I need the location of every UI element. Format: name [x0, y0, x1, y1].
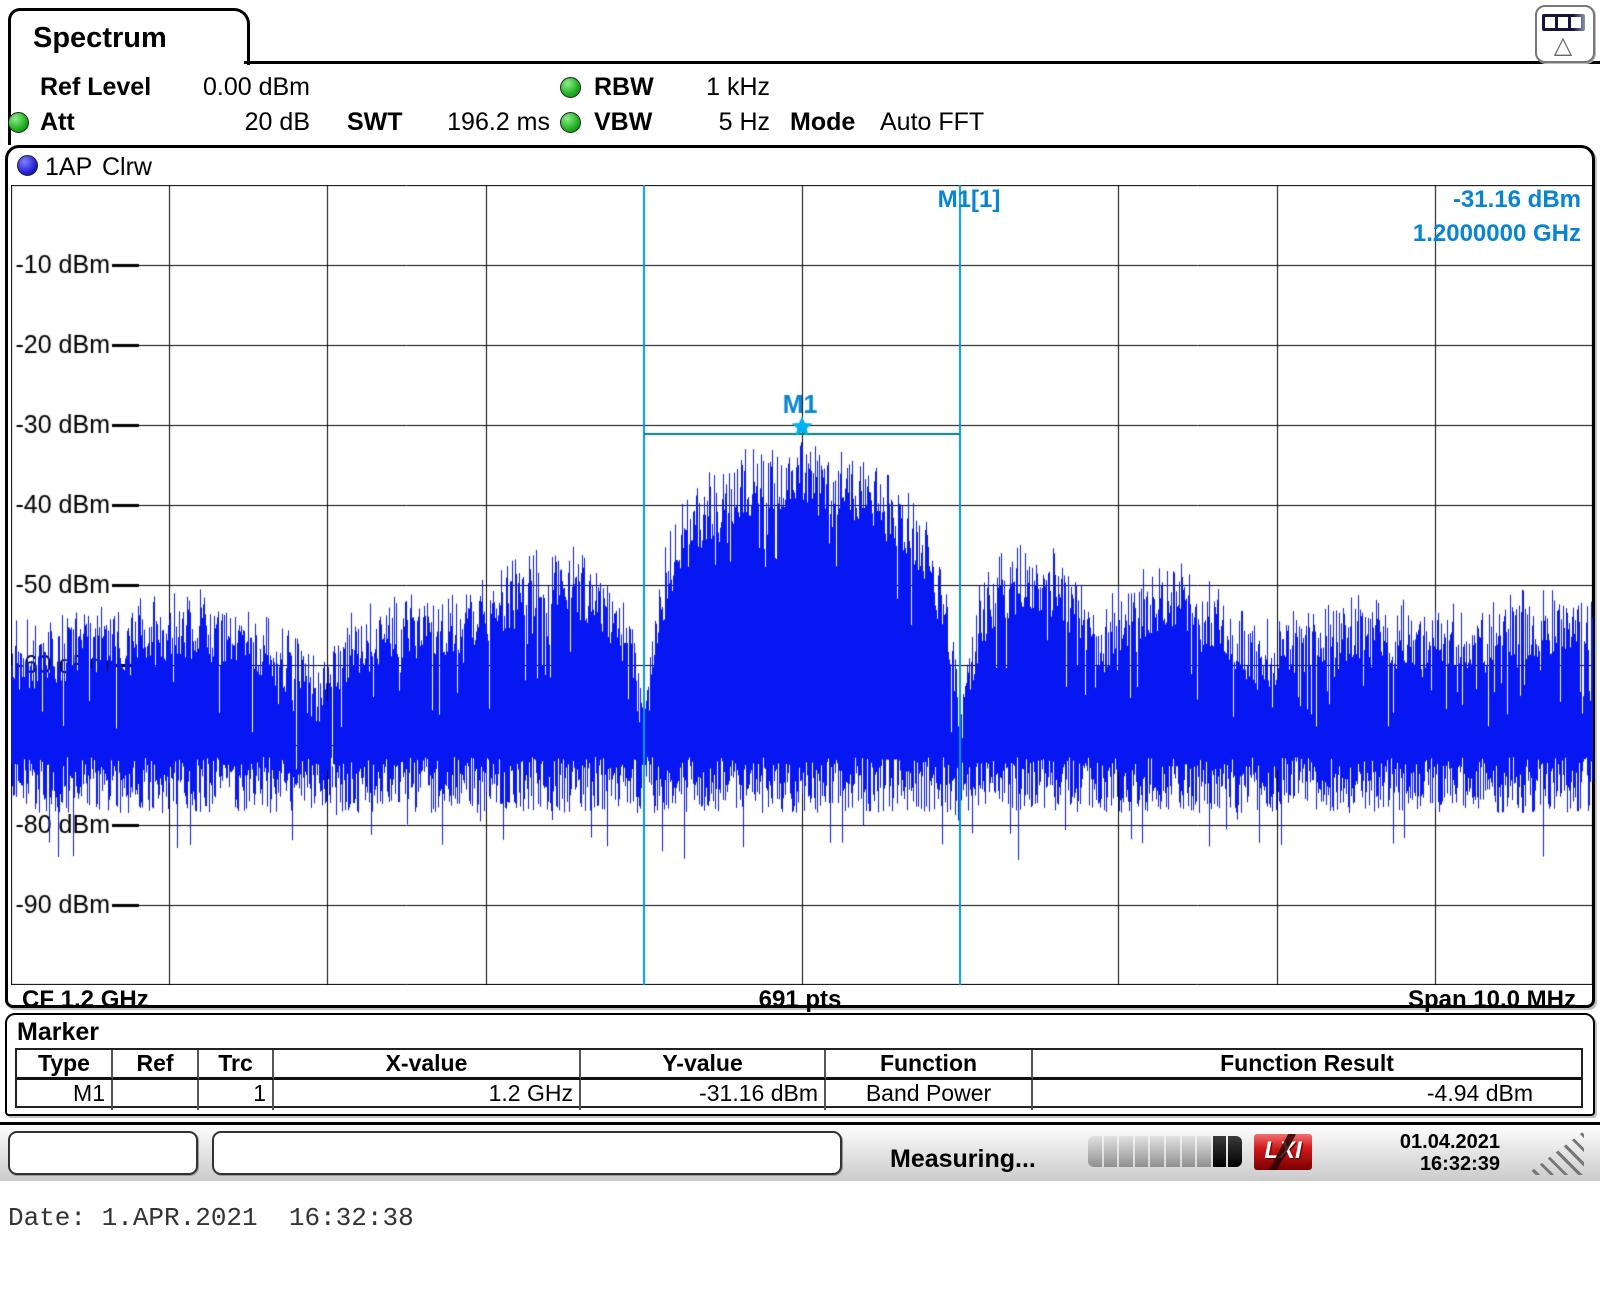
col-function: Function: [826, 1050, 1033, 1080]
progress-segment: [1212, 1136, 1227, 1167]
sweep-progress-bar: [1088, 1136, 1242, 1167]
progress-segment: [1150, 1136, 1164, 1167]
marker-row-ref: [113, 1080, 199, 1110]
marker-row-trc: 1: [199, 1080, 274, 1110]
trace1-detector-label[interactable]: Clrw: [102, 153, 152, 182]
col-trc: Trc: [199, 1050, 274, 1080]
att-led-icon: [8, 112, 29, 133]
tab-title: Spectrum: [33, 22, 167, 54]
progress-segment: [1197, 1136, 1211, 1167]
vbw-led-icon: [560, 112, 581, 133]
progress-segment: [1103, 1136, 1118, 1167]
vbw-value[interactable]: 5 Hz: [640, 108, 770, 137]
spectrum-diagram: 1AP Clrw M1[1] -31.16 dBm 1.2000000 GHz …: [5, 145, 1595, 1013]
resize-grip-icon[interactable]: [1526, 1131, 1584, 1175]
sweep-points: 691 pts: [758, 986, 842, 1013]
rbw-value[interactable]: 1 kHz: [640, 73, 770, 102]
att-value[interactable]: 20 dB: [150, 108, 310, 137]
progress-segment: [1134, 1136, 1149, 1167]
swt-value[interactable]: 196.2 ms: [395, 108, 550, 137]
marker-row-type: M1: [17, 1080, 113, 1110]
tab-spectrum[interactable]: Spectrum: [8, 8, 250, 65]
marker-frequency-readout: 1.2000000 GHz: [1412, 220, 1581, 247]
screenshot-date-line: Date: 1.APR.2021 16:32:38: [8, 1203, 414, 1233]
marker-row-function-result: -4.94 dBm: [1426, 1080, 1533, 1106]
trace1-label[interactable]: 1AP: [45, 153, 92, 182]
lxi-logo: LXI: [1254, 1134, 1312, 1170]
marker-row-x-value: 1.2 GHz: [274, 1080, 581, 1110]
marker-panel-title: Marker: [17, 1018, 99, 1046]
overlay-triangle-icon: △: [1553, 32, 1573, 59]
mode-label[interactable]: Mode: [790, 108, 855, 137]
marker-panel: Marker Type Ref Trc X-value Y-value Func…: [5, 1013, 1595, 1116]
header-divider: [244, 61, 1600, 64]
marker-row-function: Band Power: [826, 1080, 1033, 1110]
softkey-slot-1[interactable]: [8, 1131, 198, 1175]
col-ref: Ref: [113, 1050, 199, 1080]
progress-segment: [1181, 1136, 1196, 1167]
status-date: 01.04.2021: [1399, 1131, 1500, 1153]
mode-value[interactable]: Auto FFT: [880, 108, 984, 137]
col-type: Type: [17, 1050, 113, 1080]
col-y-value: Y-value: [581, 1050, 826, 1080]
progress-segment: [1228, 1136, 1242, 1167]
marker-table: Type Ref Trc X-value Y-value Function Fu…: [15, 1048, 1583, 1110]
display-layout-button[interactable]: △: [1535, 5, 1595, 63]
marker-row-y-value: -31.16 dBm: [581, 1080, 826, 1110]
progress-segment: [1088, 1136, 1102, 1167]
status-bar: Measuring... LXI 01.04.2021 16:32:39: [0, 1122, 1600, 1181]
marker-level-readout: -31.16 dBm: [1452, 186, 1581, 213]
ref-level-value[interactable]: 0.00 dBm: [150, 73, 310, 102]
progress-segment: [1165, 1136, 1180, 1167]
layout-bar-icon: [1542, 14, 1585, 31]
span: Span 10.0 MHz: [1407, 986, 1576, 1013]
measuring-status: Measuring...: [890, 1145, 1036, 1173]
col-x-value: X-value: [274, 1050, 581, 1080]
frequency-axis-info: CF 1.2 GHz 691 pts Span 10.0 MHz: [8, 986, 1592, 1013]
marker-name-readout: M1[1]: [937, 186, 1001, 213]
softkey-slot-2[interactable]: Measuring...: [212, 1131, 1036, 1175]
datetime-display: 01.04.2021 16:32:39: [1400, 1131, 1500, 1175]
col-function-result: Function Result: [1033, 1050, 1581, 1080]
trace1-led-icon: [17, 155, 38, 176]
ref-level-label[interactable]: Ref Level: [40, 73, 151, 102]
status-time: 16:32:39: [1419, 1153, 1500, 1175]
progress-segment: [1119, 1136, 1133, 1167]
att-label[interactable]: Att: [40, 108, 75, 137]
plot-area: M1[1] -31.16 dBm 1.2000000 GHz: [11, 185, 1593, 985]
left-border: [8, 61, 11, 145]
rbw-led-icon: [560, 77, 581, 98]
spectrum-analyzer-screen: Spectrum △ Ref Level 0.00 dBm RBW 1 kHz …: [0, 0, 1600, 1292]
spectrum-trace-canvas: [11, 185, 1593, 985]
